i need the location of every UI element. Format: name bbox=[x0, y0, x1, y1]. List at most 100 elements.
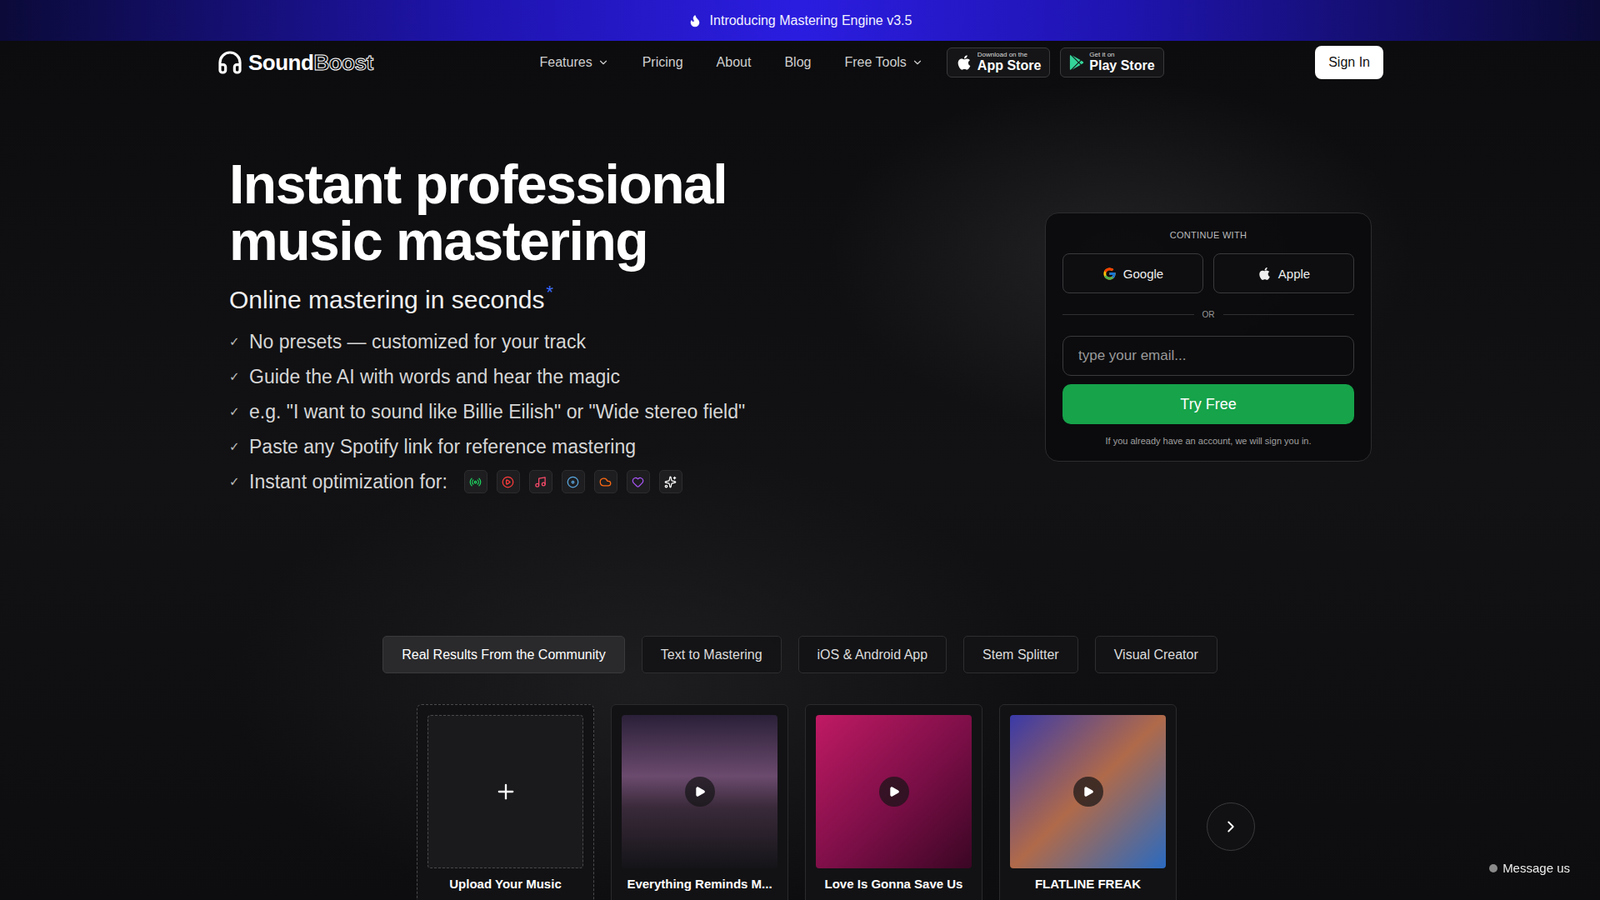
check-icon: ✓ bbox=[229, 334, 238, 350]
store-name: Play Store bbox=[1089, 59, 1155, 74]
logo-outline-text: Boost bbox=[313, 50, 373, 75]
store-badge[interactable]: Get it onPlay Store bbox=[1060, 47, 1164, 77]
logo-text: SoundBoost bbox=[248, 50, 374, 76]
track-cover bbox=[1010, 715, 1166, 869]
check-icon: ✓ bbox=[229, 369, 238, 385]
page: Introducing Mastering Engine v3.5 SoundBo… bbox=[0, 0, 1600, 900]
signin-note: If you already have an account, we will … bbox=[1062, 435, 1355, 446]
play-button[interactable] bbox=[685, 776, 715, 807]
showcase-tab[interactable]: Text to Mastering bbox=[641, 635, 782, 674]
nav-link[interactable]: About bbox=[716, 55, 752, 70]
store-badges: Download on theApp Store Get it onPlay St… bbox=[946, 47, 1165, 77]
store-name: App Store bbox=[977, 59, 1041, 74]
logo[interactable]: SoundBoost bbox=[216, 49, 374, 76]
play-icon bbox=[888, 785, 900, 798]
next-button[interactable] bbox=[1206, 802, 1255, 851]
platform-tile bbox=[529, 470, 553, 494]
google-icon bbox=[1102, 266, 1117, 281]
showcase-tab[interactable]: Visual Creator bbox=[1095, 635, 1218, 674]
sign-in-button[interactable]: Sign In bbox=[1315, 45, 1384, 80]
track-title: Upload Your Music bbox=[427, 875, 584, 893]
banner-text: Introducing Mastering Engine v3.5 bbox=[710, 13, 913, 29]
play-store-icon bbox=[1069, 55, 1085, 70]
showcase-tabs: Real Results From the Community Text to M… bbox=[0, 635, 1600, 674]
store-text: Get it onPlay Store bbox=[1089, 51, 1155, 73]
hero-background: SoundBoost Features Pricing About Blog Free T… bbox=[0, 40, 1600, 900]
platform-tile bbox=[659, 470, 683, 494]
track-cover bbox=[815, 715, 972, 869]
feature-item: ✓e.g. "I want to sound like Billie Eilis… bbox=[229, 394, 745, 430]
provider-button[interactable]: Apple bbox=[1213, 253, 1355, 294]
hero-title: Instant professionalmusic mastering bbox=[229, 155, 745, 270]
feature-item: ✓Paste any Spotify link for reference ma… bbox=[229, 429, 745, 465]
nav-link[interactable]: Pricing bbox=[642, 55, 684, 70]
feature-item: ✓Guide the AI with words and hear the ma… bbox=[229, 359, 745, 395]
title-line: music mastering bbox=[229, 212, 745, 270]
feature-item: ✓Instant optimization for: bbox=[229, 464, 745, 500]
tidal-icon bbox=[664, 475, 677, 489]
spotify-icon bbox=[469, 475, 482, 489]
chevron-down-icon bbox=[911, 56, 924, 69]
hero: Instant professionalmusic mastering Onlin… bbox=[216, 84, 1384, 500]
store-caption: Get it on bbox=[1089, 51, 1155, 59]
signup-card: CONTINUE WITH GoogleApple OR Try Free If you… bbox=[1045, 212, 1372, 462]
nav-link[interactable]: Features bbox=[540, 55, 610, 70]
headphones-icon bbox=[216, 49, 244, 76]
heart-icon bbox=[631, 475, 645, 489]
track-card[interactable]: Love Is Gonna Save Us bbox=[805, 704, 983, 900]
apple-icon bbox=[955, 54, 973, 71]
store-badge[interactable]: Download on theApp Store bbox=[946, 47, 1050, 77]
track-card[interactable]: FLATLINE FREAK bbox=[999, 704, 1177, 900]
showcase-tab[interactable]: Stem Splitter bbox=[963, 635, 1079, 674]
play-icon bbox=[694, 785, 706, 798]
track-title: Love Is Gonna Save Us bbox=[815, 875, 972, 893]
announcement-banner[interactable]: Introducing Mastering Engine v3.5 bbox=[0, 0, 1600, 41]
track-cover bbox=[621, 715, 778, 869]
apple-icon bbox=[1257, 266, 1272, 281]
feature-item: ✓No presets — customized for your track bbox=[229, 324, 745, 360]
divider-line bbox=[1223, 314, 1355, 315]
applemusic-icon bbox=[534, 475, 547, 489]
upload-dropzone[interactable] bbox=[427, 715, 584, 869]
provider-button[interactable]: Google bbox=[1062, 253, 1204, 294]
play-button[interactable] bbox=[879, 776, 910, 807]
plus-icon bbox=[494, 780, 518, 804]
nav-link[interactable]: Free Tools bbox=[844, 55, 923, 70]
asterisk: * bbox=[546, 281, 555, 303]
showcase-tab[interactable]: iOS & Android App bbox=[798, 635, 948, 674]
platform-tile bbox=[561, 470, 585, 494]
status-dot bbox=[1489, 864, 1498, 873]
showcase: Real Results From the Community Text to M… bbox=[0, 635, 1600, 900]
play-button[interactable] bbox=[1073, 776, 1104, 807]
upload-card[interactable]: Upload Your Music bbox=[416, 704, 595, 900]
nav-bar: SoundBoost Features Pricing About Blog Free T… bbox=[216, 40, 1384, 85]
feature-list: ✓No presets — customized for your track✓… bbox=[229, 324, 745, 500]
try-free-button[interactable]: Try Free bbox=[1062, 384, 1355, 425]
platform-tile bbox=[496, 470, 520, 494]
track-row: Upload Your Music Everything Reminds M...… bbox=[216, 704, 1384, 900]
check-icon: ✓ bbox=[229, 404, 238, 420]
youtube-icon bbox=[501, 475, 515, 489]
title-line: Instant professional bbox=[229, 155, 745, 213]
platform-tile bbox=[626, 470, 650, 494]
email-input[interactable] bbox=[1062, 335, 1355, 376]
platform-tile bbox=[594, 470, 618, 494]
divider-line bbox=[1062, 314, 1195, 315]
showcase-tab[interactable]: Real Results From the Community bbox=[382, 635, 625, 674]
platform-tile bbox=[464, 470, 488, 494]
deezer-icon bbox=[566, 475, 580, 489]
track-title: FLATLINE FREAK bbox=[1010, 875, 1166, 893]
continue-heading: CONTINUE WITH bbox=[1062, 230, 1355, 240]
hero-copy: Instant professionalmusic mastering Onlin… bbox=[229, 155, 745, 500]
track-card[interactable]: Everything Reminds M... bbox=[610, 704, 789, 900]
hero-subtitle: Online mastering in seconds* bbox=[229, 285, 745, 315]
message-us[interactable]: Message us bbox=[1489, 860, 1570, 875]
soundcloud-icon bbox=[599, 475, 612, 489]
check-icon: ✓ bbox=[229, 474, 238, 490]
store-text: Download on theApp Store bbox=[977, 51, 1041, 73]
nav-links: Features Pricing About Blog Free Tools Downlo… bbox=[540, 47, 1165, 77]
nav-link[interactable]: Blog bbox=[784, 55, 811, 70]
platform-list bbox=[464, 470, 683, 494]
or-divider: OR bbox=[1062, 310, 1355, 320]
store-caption: Download on the bbox=[977, 51, 1041, 59]
